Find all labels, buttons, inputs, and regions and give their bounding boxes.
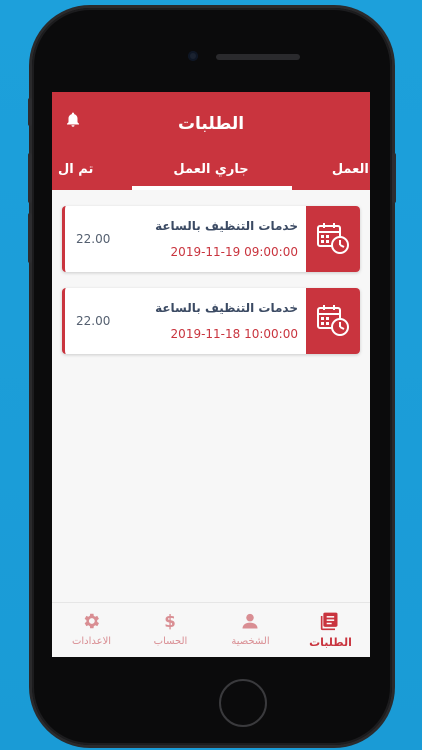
order-price: 22.00 (76, 314, 111, 328)
nav-profile-label: الشخصية (231, 636, 270, 647)
tab-canceled[interactable]: ء العمل (332, 162, 370, 177)
active-tab-indicator (132, 186, 292, 190)
order-service-name: خدمات التنظيف بالساعة (155, 301, 298, 315)
orders-icon (320, 611, 340, 631)
nav-orders[interactable]: الطلبات (291, 603, 370, 657)
gear-icon (81, 611, 101, 631)
nav-orders-label: الطلبات (309, 636, 352, 649)
tab-bar: تم ال جاري العمل ء العمل (52, 150, 370, 190)
tab-in-progress[interactable]: جاري العمل (52, 162, 370, 177)
nav-account-label: الحساب (153, 636, 188, 647)
earpiece-speaker (216, 54, 300, 60)
volume-down-button (28, 213, 32, 263)
order-card[interactable]: خدمات التنظيف بالساعة 2019-11-18 10:00:0… (62, 288, 360, 354)
app-screen: الطلبات تم ال جاري العمل ء العمل (52, 92, 370, 657)
power-button (392, 153, 396, 203)
order-card[interactable]: خدمات التنظيف بالساعة 2019-11-19 09:00:0… (62, 206, 360, 272)
order-service-name: خدمات التنظيف بالساعة (155, 219, 298, 233)
volume-up-button (28, 153, 32, 203)
nav-profile[interactable]: الشخصية (211, 603, 290, 657)
front-camera (188, 51, 198, 61)
home-button[interactable] (219, 679, 267, 727)
calendar-clock-icon (306, 206, 360, 272)
side-button (28, 98, 32, 126)
page-title: الطلبات (177, 114, 245, 134)
person-icon (240, 611, 260, 631)
bottom-nav: الاعدادات $ الحساب الشخصية الطلبات (52, 602, 370, 657)
calendar-clock-icon (306, 288, 360, 354)
nav-settings-label: الاعدادات (71, 636, 112, 647)
order-datetime: 2019-11-18 10:00:00 (170, 327, 298, 341)
app-header: الطلبات تم ال جاري العمل ء العمل (52, 92, 370, 190)
order-price: 22.00 (76, 232, 111, 246)
order-datetime: 2019-11-19 09:00:00 (170, 245, 298, 259)
svg-text:$: $ (164, 612, 176, 631)
nav-settings[interactable]: الاعدادات (52, 603, 131, 657)
dollar-icon: $ (160, 611, 180, 631)
nav-account[interactable]: $ الحساب (131, 603, 210, 657)
